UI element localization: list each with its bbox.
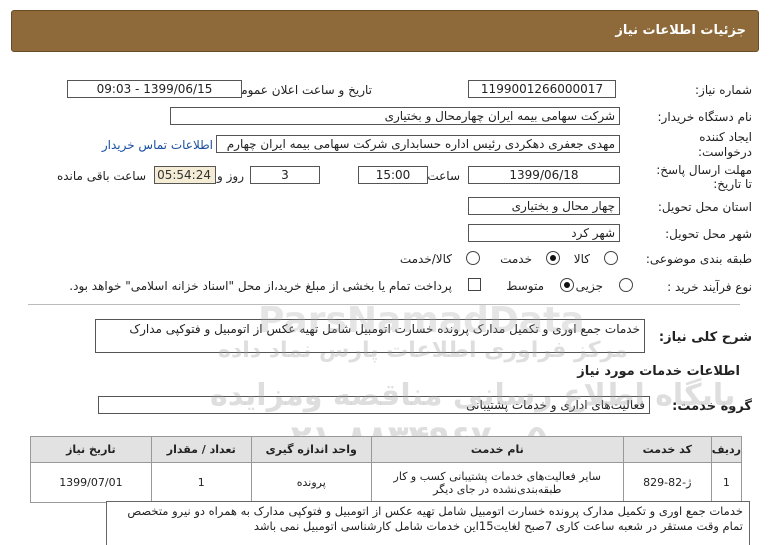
- col-header-row: ردیف: [710, 436, 743, 463]
- category-option-service: خدمت: [500, 252, 532, 266]
- category-radio-goods[interactable]: [604, 251, 618, 265]
- announce-date-label: تاریخ و ساعت اعلان عمومی:: [227, 83, 372, 97]
- process-radio-minor[interactable]: [619, 278, 633, 292]
- category-option-goods-service: کالا/خدمت: [399, 252, 452, 266]
- city-label: شهر محل تحویل:: [665, 227, 752, 241]
- col-header-name: نام خدمت: [370, 436, 624, 463]
- service-group-field[interactable]: فعالیت‌های اداری و خدمات پشتیبانی: [98, 396, 650, 414]
- days-label: روز و: [217, 169, 244, 183]
- buyer-label: نام دستگاه خریدار:: [657, 110, 753, 124]
- province-field[interactable]: چهار محال و بختیاری: [468, 197, 620, 215]
- need-number-field[interactable]: 1199001266000017: [468, 80, 616, 98]
- col-header-unit: واحد اندازه گیری: [250, 436, 372, 463]
- process-label: نوع فرآیند خرید :: [667, 280, 752, 294]
- services-section-title: اطلاعات خدمات مورد نیاز: [577, 364, 740, 379]
- cell-date: 1399/07/01: [30, 462, 152, 503]
- days-remaining-field[interactable]: 3: [250, 166, 320, 184]
- cell-name: سایر فعالیت‌های خدمات پشتیبانی کسب و کار…: [370, 462, 624, 503]
- table-row[interactable]: 1 ژ-82-829 سایر فعالیت‌های خدمات پشتیبان…: [30, 462, 743, 503]
- description-box: خدمات جمع اوری و تکمیل مدارک پرونده خسار…: [106, 501, 750, 545]
- deadline-time-label: ساعت: [427, 169, 460, 183]
- cell-qty: 1: [150, 462, 252, 503]
- process-option-minor: جزیی: [575, 279, 603, 293]
- category-radio-service[interactable]: [546, 251, 560, 265]
- page-title: جزئیات اطلاعات نیاز: [615, 23, 746, 38]
- deadline-date-field[interactable]: 1399/06/18: [468, 166, 620, 184]
- province-label: استان محل تحویل:: [657, 200, 752, 214]
- services-table: ردیف کد خدمت نام خدمت واحد اندازه گیری ت…: [30, 436, 743, 503]
- announce-date-field[interactable]: 1399/06/15 - 09:03: [67, 80, 242, 98]
- summary-label: شرح کلی نیاز:: [658, 330, 752, 345]
- deadline-label-line1: مهلت ارسال پاسخ:: [656, 163, 752, 177]
- process-option-medium: متوسط: [506, 279, 544, 293]
- buyer-contact-link[interactable]: اطلاعات تماس خریدار: [102, 138, 213, 152]
- col-header-date: تاریخ نیاز: [30, 436, 152, 463]
- process-radio-medium[interactable]: [560, 278, 574, 292]
- category-radio-goods-service[interactable]: [466, 251, 480, 265]
- cell-code: ژ-82-829: [622, 462, 712, 503]
- creator-label-line1: ایجاد کننده: [699, 130, 752, 144]
- deadline-label-line2: تا تاریخ:: [713, 177, 752, 191]
- treasury-payment-checkbox[interactable]: [468, 278, 481, 291]
- service-group-label: گروه خدمت:: [672, 399, 752, 414]
- col-header-code: کد خدمت: [622, 436, 712, 463]
- payment-note: پرداخت تمام یا بخشی از مبلغ خرید،از محل …: [69, 279, 452, 293]
- remaining-time-field: 05:54:24: [154, 166, 216, 184]
- need-number-label: شماره نیاز:: [695, 83, 752, 97]
- table-header-row: ردیف کد خدمت نام خدمت واحد اندازه گیری ت…: [30, 436, 743, 463]
- cell-row: 1: [710, 462, 743, 503]
- page-header: جزئیات اطلاعات نیاز: [11, 10, 759, 52]
- deadline-time-field[interactable]: 15:00: [358, 166, 428, 184]
- buyer-field[interactable]: شرکت سهامی بیمه ایران چهارمحال و بختیاری: [170, 107, 620, 125]
- category-label: طبقه بندی موضوعی:: [645, 252, 752, 266]
- category-option-goods: کالا: [573, 252, 590, 266]
- section-divider: [28, 304, 740, 305]
- col-header-qty: تعداد / مقدار: [150, 436, 252, 463]
- creator-field[interactable]: مهدی جعفری دهکردی رئیس اداره حسابداری شر…: [216, 135, 620, 153]
- city-field[interactable]: شهر کرد: [468, 224, 620, 242]
- remaining-time-label: ساعت باقی مانده: [56, 169, 146, 183]
- creator-label-line2: درخواست:: [698, 145, 752, 159]
- cell-unit: پرونده: [250, 462, 372, 503]
- summary-field[interactable]: خدمات جمع اوری و تکمیل مدارک پرونده خسار…: [95, 319, 645, 353]
